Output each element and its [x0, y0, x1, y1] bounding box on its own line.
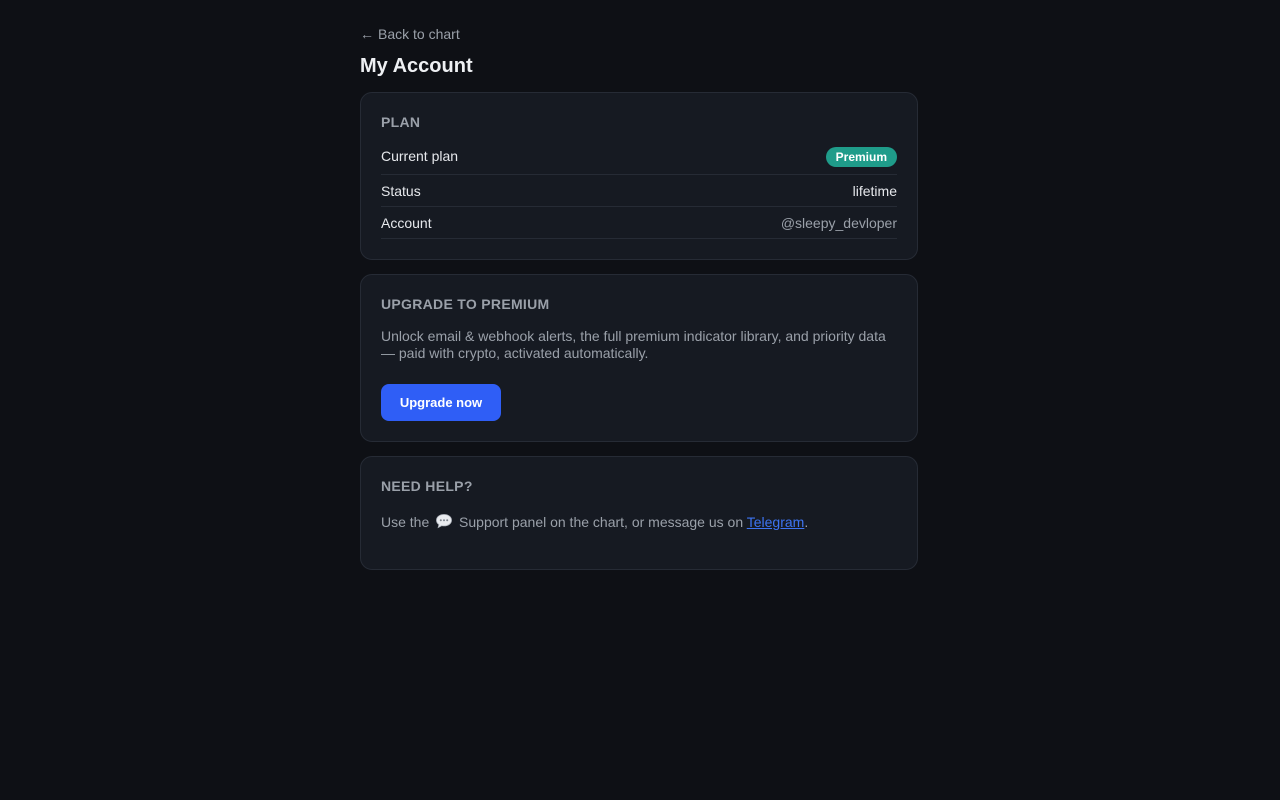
account-label: Account [381, 215, 432, 231]
speech-bubble-icon [435, 513, 453, 529]
help-text: Use the Support panel on the chart, or m… [381, 512, 897, 532]
plan-card: PLAN Current plan Premium Status lifetim… [360, 92, 918, 260]
status-value: lifetime [852, 183, 897, 199]
upgrade-now-button[interactable]: Upgrade now [381, 384, 501, 421]
help-section-title: NEED HELP? [381, 478, 473, 494]
plan-row-account: Account @sleepy_devloper [381, 207, 897, 239]
help-card: NEED HELP? Use the Support panel on the … [360, 456, 918, 570]
account-value: @sleepy_devloper [780, 215, 897, 231]
upgrade-section-title: UPGRADE TO PREMIUM [381, 296, 550, 312]
arrow-left-icon: ← [360, 26, 374, 42]
upgrade-description: Unlock email & webhook alerts, the full … [381, 328, 886, 361]
current-plan-label: Current plan [381, 148, 459, 164]
back-to-chart-label: Back to chart [378, 26, 460, 42]
help-text-middle: Support panel on the chart, or message u… [459, 514, 744, 530]
help-text-before: Use the [381, 514, 430, 530]
plan-section-title: PLAN [381, 114, 421, 130]
upgrade-card: UPGRADE TO PREMIUM Unlock email & webhoo… [360, 274, 918, 442]
status-label: Status [381, 183, 421, 199]
plan-row-status: Status lifetime [381, 175, 897, 207]
plan-row-current: Current plan Premium [381, 145, 897, 175]
back-to-chart-link[interactable]: ← Back to chart [360, 24, 460, 44]
plan-badge: Premium [825, 147, 897, 167]
telegram-link[interactable]: Telegram [747, 514, 805, 530]
help-text-after: . [804, 514, 809, 530]
page-title: My Account [360, 55, 473, 77]
